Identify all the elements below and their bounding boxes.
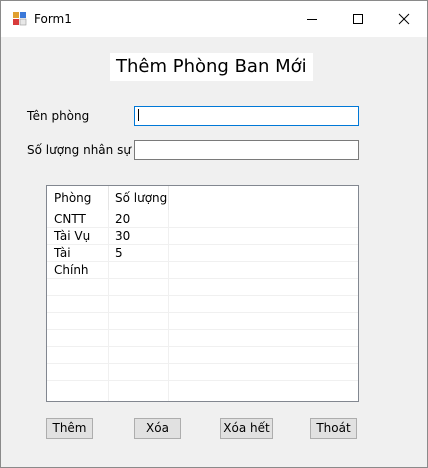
department-name-label: Tên phòng bbox=[27, 109, 90, 123]
department-name-input[interactable] bbox=[134, 106, 359, 126]
row-department: Tài Vụ bbox=[54, 229, 91, 243]
list-row[interactable]: CNTT 20 bbox=[47, 211, 358, 228]
staff-count-label: Số lượng nhân sự bbox=[27, 143, 131, 157]
exit-button[interactable]: Thoát bbox=[310, 418, 357, 439]
grid-line bbox=[47, 278, 358, 279]
app-icon bbox=[13, 12, 27, 26]
row-count: 30 bbox=[115, 229, 131, 243]
column-header-department[interactable]: Phòng bbox=[47, 186, 108, 210]
close-icon bbox=[398, 13, 410, 25]
minimize-icon bbox=[307, 19, 317, 20]
grid-line bbox=[47, 227, 358, 228]
grid-line bbox=[47, 380, 358, 381]
delete-button[interactable]: Xóa bbox=[134, 418, 181, 439]
grid-line bbox=[47, 346, 358, 347]
grid-line bbox=[47, 363, 358, 364]
column-divider[interactable] bbox=[168, 186, 169, 210]
row-department: Tài Chính bbox=[54, 246, 89, 277]
column-header-count[interactable]: Số lượng bbox=[108, 186, 168, 210]
close-button[interactable] bbox=[381, 1, 427, 37]
list-row[interactable]: Tài Vụ 30 bbox=[47, 228, 358, 245]
staff-count-input[interactable] bbox=[134, 140, 359, 160]
add-button[interactable]: Thêm bbox=[46, 418, 93, 439]
list-row[interactable]: Tài Chính 5 bbox=[47, 245, 358, 277]
delete-all-button[interactable]: Xóa hết bbox=[220, 418, 273, 439]
list-header: Phòng Số lượng bbox=[47, 186, 358, 210]
minimize-button[interactable] bbox=[289, 1, 335, 37]
form-heading: Thêm Phòng Ban Mới bbox=[110, 53, 313, 81]
grid-line bbox=[47, 312, 358, 313]
grid-line bbox=[47, 329, 358, 330]
text-caret bbox=[138, 109, 139, 121]
title-bar[interactable]: Form1 bbox=[1, 1, 427, 37]
grid-line bbox=[47, 244, 358, 245]
main-window: Form1 Thêm Phòng Ban Mới Tên phòng Số lư… bbox=[0, 0, 428, 468]
grid-line bbox=[47, 295, 358, 296]
department-list[interactable]: Phòng Số lượng CNTT 20 Tài Vụ 30 Tài Chí… bbox=[46, 185, 359, 402]
maximize-icon bbox=[353, 14, 363, 24]
row-count: 20 bbox=[115, 212, 131, 226]
grid-line bbox=[47, 261, 358, 262]
maximize-button[interactable] bbox=[335, 1, 381, 37]
window-title: Form1 bbox=[34, 12, 72, 26]
row-department: CNTT bbox=[54, 212, 86, 226]
row-count: 5 bbox=[115, 246, 123, 260]
